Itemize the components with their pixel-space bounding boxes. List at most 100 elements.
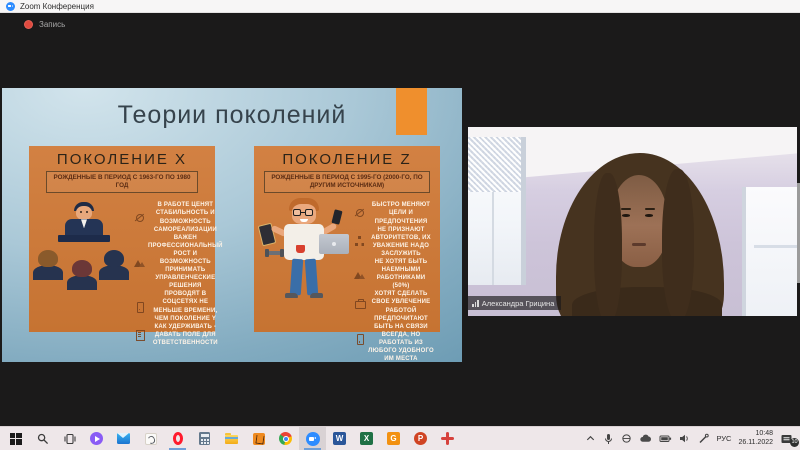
- audience-head: [104, 250, 124, 267]
- opera-icon: [173, 432, 183, 445]
- file-explorer-icon: [225, 435, 238, 445]
- audience-head: [72, 260, 92, 277]
- chrome-icon: [279, 432, 292, 445]
- taskbar-mail-button[interactable]: [110, 427, 137, 450]
- list-item: В РАБОТЕ ЦЕНЯТ СТАБИЛЬНОСТЬ И ВОЗМОЖНОСТ…: [134, 201, 223, 233]
- recording-dot-icon: [24, 20, 33, 29]
- system-tray: РУС 10:48 26.11.2022 10: [585, 427, 800, 450]
- jeans-leg: [305, 259, 318, 296]
- taskbar-calculator-button[interactable]: [191, 427, 218, 450]
- compass-pen-icon: [354, 208, 365, 219]
- smartphone-icon: [134, 301, 145, 312]
- writer-app-icon: [145, 433, 157, 445]
- list-item: НЕ ХОТЯТ БЫТЬ НАЕМНЫМИ РАБОТНИКАМИ (50%): [354, 258, 434, 290]
- window-lattice: [468, 137, 521, 192]
- eye: [622, 214, 630, 217]
- slide-title: Теории поколений: [2, 101, 462, 130]
- taskbar-excel-button[interactable]: X: [353, 427, 380, 450]
- generation-x-period: РОЖДЕННЫЕ В ПЕРИОД С 1963-ГО ПО 1980 ГОД: [46, 171, 198, 193]
- taskbar-orange-app-button[interactable]: [245, 427, 272, 450]
- briefcase-icon: [354, 297, 365, 308]
- taskbar-powerpoint-button[interactable]: P: [407, 427, 434, 450]
- room-window-left: [468, 137, 526, 285]
- list-item: ВАЖЕН ПРОФЕССИОНАЛЬНЫЙ РОСТ И ВОЗМОЖНОСТ…: [134, 234, 223, 291]
- compass-pen-icon: [134, 212, 145, 223]
- pen-icon: [698, 433, 709, 444]
- g-letter: G: [390, 434, 396, 443]
- taskbar-zoom-button[interactable]: [299, 427, 326, 450]
- cloud-icon: [639, 433, 652, 444]
- window-frame: [492, 192, 494, 285]
- lips: [632, 243, 646, 246]
- list-item: НЕ ПРИЗНАЮТ АВТОРИТЕТОВ, ИХ УВАЖЕНИЕ НАД…: [354, 226, 434, 258]
- audience-shoulders: [67, 275, 97, 290]
- generation-z-illustration: [259, 198, 354, 331]
- mail-icon: [117, 433, 130, 444]
- eyebrow: [645, 208, 655, 210]
- participant-video-tile[interactable]: Александра Грицина: [468, 127, 797, 316]
- speaker-podium: [58, 235, 110, 242]
- shoe-illustration: [285, 293, 298, 298]
- taskbar-g-app-button[interactable]: G: [380, 427, 407, 450]
- taskbar-explorer-button[interactable]: [218, 427, 245, 450]
- generation-z-period: РОЖДЕННЫЕ В ПЕРИОД С 1995-ГО (2000-ГО, П…: [264, 171, 430, 193]
- tray-volume[interactable]: [679, 433, 691, 444]
- tshirt-illustration: [284, 224, 324, 260]
- taskbar-search-button[interactable]: [29, 427, 56, 450]
- taskbar-word-button[interactable]: W: [326, 427, 353, 450]
- list-item: КАК УДЕРЖИВАТЬ - ДАВАТЬ ПОЛЕ ДЛЯ ОТВЕТСТ…: [134, 323, 223, 347]
- shoe-illustration: [310, 293, 323, 298]
- growth-mountain-icon: [134, 257, 145, 268]
- recording-label: Запись: [39, 20, 65, 29]
- powerpoint-letter: P: [418, 434, 423, 443]
- speaker-icon: [679, 433, 691, 444]
- list-item: БЫСТРО МЕНЯЮТ ЦЕЛИ И ПРЕДПОЧТЕНИЯ: [354, 201, 434, 225]
- participant-shoulders: [572, 287, 722, 316]
- tray-microphone[interactable]: [603, 433, 614, 445]
- chevron-up-icon: [585, 433, 596, 444]
- zoom-meeting-window: Zoom Конференция Запись Теории поколений…: [0, 0, 800, 450]
- glasses-bridge: [301, 212, 305, 214]
- taskbar-alice-button[interactable]: [83, 427, 110, 450]
- tray-battery[interactable]: [659, 433, 672, 444]
- window-title: Zoom Конференция: [20, 2, 94, 11]
- window-frame: [754, 245, 797, 248]
- excel-letter: X: [364, 434, 369, 443]
- notification-badge: 10: [790, 438, 799, 447]
- taskbar-writer-button[interactable]: [137, 427, 164, 450]
- microphone-icon: [603, 433, 614, 445]
- recording-indicator[interactable]: Запись: [24, 20, 65, 29]
- glasses-icon: [293, 209, 301, 216]
- generation-z-card: ПОКОЛЕНИЕ Z РОЖДЕННЫЕ В ПЕРИОД С 1995-ГО…: [254, 146, 440, 332]
- task-view-button[interactable]: [56, 427, 83, 450]
- speaker-face: [76, 206, 92, 220]
- tray-pen[interactable]: [698, 433, 709, 444]
- alice-icon: [90, 432, 103, 445]
- action-center-button[interactable]: 10: [780, 433, 795, 445]
- generation-x-header: ПОКОЛЕНИЕ X: [29, 151, 215, 168]
- windows-logo-icon: [10, 433, 22, 445]
- tray-utility[interactable]: [621, 433, 632, 444]
- tray-expand-button[interactable]: [585, 433, 596, 444]
- zoom-app-icon: [6, 2, 15, 11]
- tray-onedrive[interactable]: [639, 433, 652, 444]
- clock[interactable]: 10:48 26.11.2022: [738, 430, 773, 448]
- hierarchy-icon: [354, 236, 365, 247]
- g-app-icon: G: [387, 432, 400, 445]
- coffee-mug-illustration: [296, 245, 305, 253]
- checklist-icon: [134, 329, 145, 340]
- powerpoint-icon: P: [414, 432, 427, 445]
- tray-utility-icon: [621, 433, 632, 444]
- clock-date: 26.11.2022: [738, 439, 773, 448]
- smartphone-icon: [354, 333, 365, 344]
- slide-accent-rectangle: [396, 88, 427, 135]
- growth-mountain-icon: [354, 269, 365, 280]
- start-button[interactable]: [2, 427, 29, 450]
- taskbar-opera-button[interactable]: [164, 427, 191, 450]
- jeans-leg: [290, 259, 303, 296]
- taskbar-flower-app-button[interactable]: [434, 427, 461, 450]
- language-indicator[interactable]: РУС: [716, 434, 731, 443]
- calculator-icon: [199, 432, 210, 445]
- taskbar-chrome-button[interactable]: [272, 427, 299, 450]
- window-titlebar: Zoom Конференция: [0, 0, 800, 13]
